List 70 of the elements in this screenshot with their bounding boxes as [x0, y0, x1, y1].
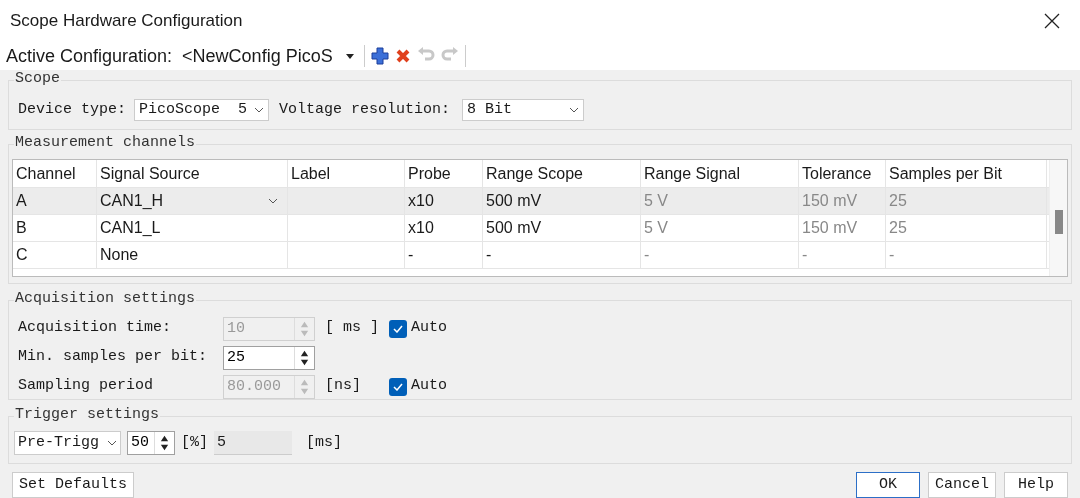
voltage-resolution-dropdown[interactable]: 8 Bit	[462, 99, 585, 122]
spin-field[interactable]: 50	[127, 431, 175, 455]
table-cell-text: CAN1_L	[100, 218, 161, 238]
checkmark-icon	[393, 324, 403, 333]
dialog-button[interactable]: OK	[856, 472, 920, 498]
scrollbar-thumb[interactable]	[1054, 210, 1063, 234]
table-cell-text: CAN1_H	[100, 191, 164, 211]
group-title: Trigger settings	[14, 406, 161, 424]
column-header[interactable]: Channel	[13, 160, 97, 187]
column-header[interactable]: Range Signal	[641, 160, 799, 187]
table-cell-text: 25	[889, 191, 907, 211]
cross-icon[interactable]	[395, 48, 412, 64]
table-cell-text: A	[16, 191, 27, 211]
table-row[interactable]: B CAN1_L x10 500 mV 5 V 150 mV 25	[13, 215, 1049, 242]
chevron-down-icon	[268, 198, 278, 204]
column-header[interactable]: Label	[288, 160, 405, 187]
unit-label: [ ms ]	[325, 318, 380, 339]
group-title: Scope	[14, 70, 61, 88]
device-type-label: Device type:	[18, 100, 127, 120]
chevron-down-icon	[569, 107, 580, 114]
table-cell-text: x10	[408, 218, 434, 238]
table-cell-text: -	[889, 245, 895, 265]
column-header[interactable]: Probe	[405, 160, 483, 187]
table-cell-text: None	[100, 245, 139, 265]
chevron-down-icon	[107, 440, 117, 446]
active-configuration-label: Active Configuration:	[6, 44, 173, 68]
table-cell-text: C	[16, 245, 28, 265]
field-label: Sampling period	[18, 376, 155, 397]
table-cell-text: -	[802, 245, 808, 265]
trigger-time-field[interactable]: 5	[214, 431, 292, 455]
dialog-button[interactable]: Help	[1004, 472, 1068, 498]
checkmark-icon	[393, 382, 403, 391]
dropdown-arrow-icon	[346, 53, 355, 59]
column-header[interactable]: Signal Source	[97, 160, 288, 187]
group-title: Acquisition settings	[14, 290, 197, 308]
checkbox-label: Auto	[411, 376, 447, 397]
table-cell-text: -	[486, 245, 492, 265]
chevron-down-icon	[254, 107, 265, 114]
table-cell-text: 150 mV	[802, 218, 858, 238]
table-cell-text: 5 V	[644, 191, 668, 211]
column-header[interactable]: Tolerance	[799, 160, 886, 187]
close-icon[interactable]	[1044, 13, 1060, 29]
table-cell-text: 5 V	[644, 218, 668, 238]
device-type-dropdown[interactable]: PicoScope 5	[134, 99, 270, 122]
table-cell-text: 150 mV	[802, 191, 858, 211]
table-cell-text: -	[644, 245, 650, 265]
scrollbar[interactable]	[1049, 160, 1067, 276]
set-defaults-button[interactable]: Set Defaults	[12, 472, 135, 498]
plus-icon[interactable]	[371, 47, 390, 65]
table-row[interactable]: A CAN1_H x10 500 mV 5 V 150 mV 25	[13, 188, 1049, 215]
table-cell-text: 25	[889, 218, 907, 238]
column-header[interactable]: Range Scope	[483, 160, 641, 187]
unit-label: [ms]	[306, 432, 343, 453]
table-cell-text: x10	[408, 191, 434, 211]
dialog-button[interactable]: Cancel	[928, 472, 996, 498]
trigger-mode-dropdown[interactable]: Pre-Trigg	[14, 431, 121, 455]
window-title: Scope Hardware Configuration	[10, 10, 243, 33]
table-cell-text: B	[16, 218, 27, 238]
table-cell-text: 500 mV	[486, 191, 542, 211]
table-cell-text: 500 mV	[486, 218, 542, 238]
table-cell-text: -	[408, 245, 414, 265]
field-label: Acquisition time:	[18, 318, 173, 339]
column-header[interactable]: Samples per Bit	[886, 160, 1047, 187]
table-row[interactable]: C None - - - - -	[13, 242, 1049, 269]
spin-field[interactable]: 25	[223, 345, 315, 370]
checkbox-label: Auto	[411, 318, 447, 339]
field-label: Min. samples per bit:	[18, 347, 209, 368]
unit-label: [%]	[181, 432, 208, 453]
unit-label: [ns]	[325, 376, 362, 397]
voltage-resolution-label: Voltage resolution:	[279, 100, 451, 120]
